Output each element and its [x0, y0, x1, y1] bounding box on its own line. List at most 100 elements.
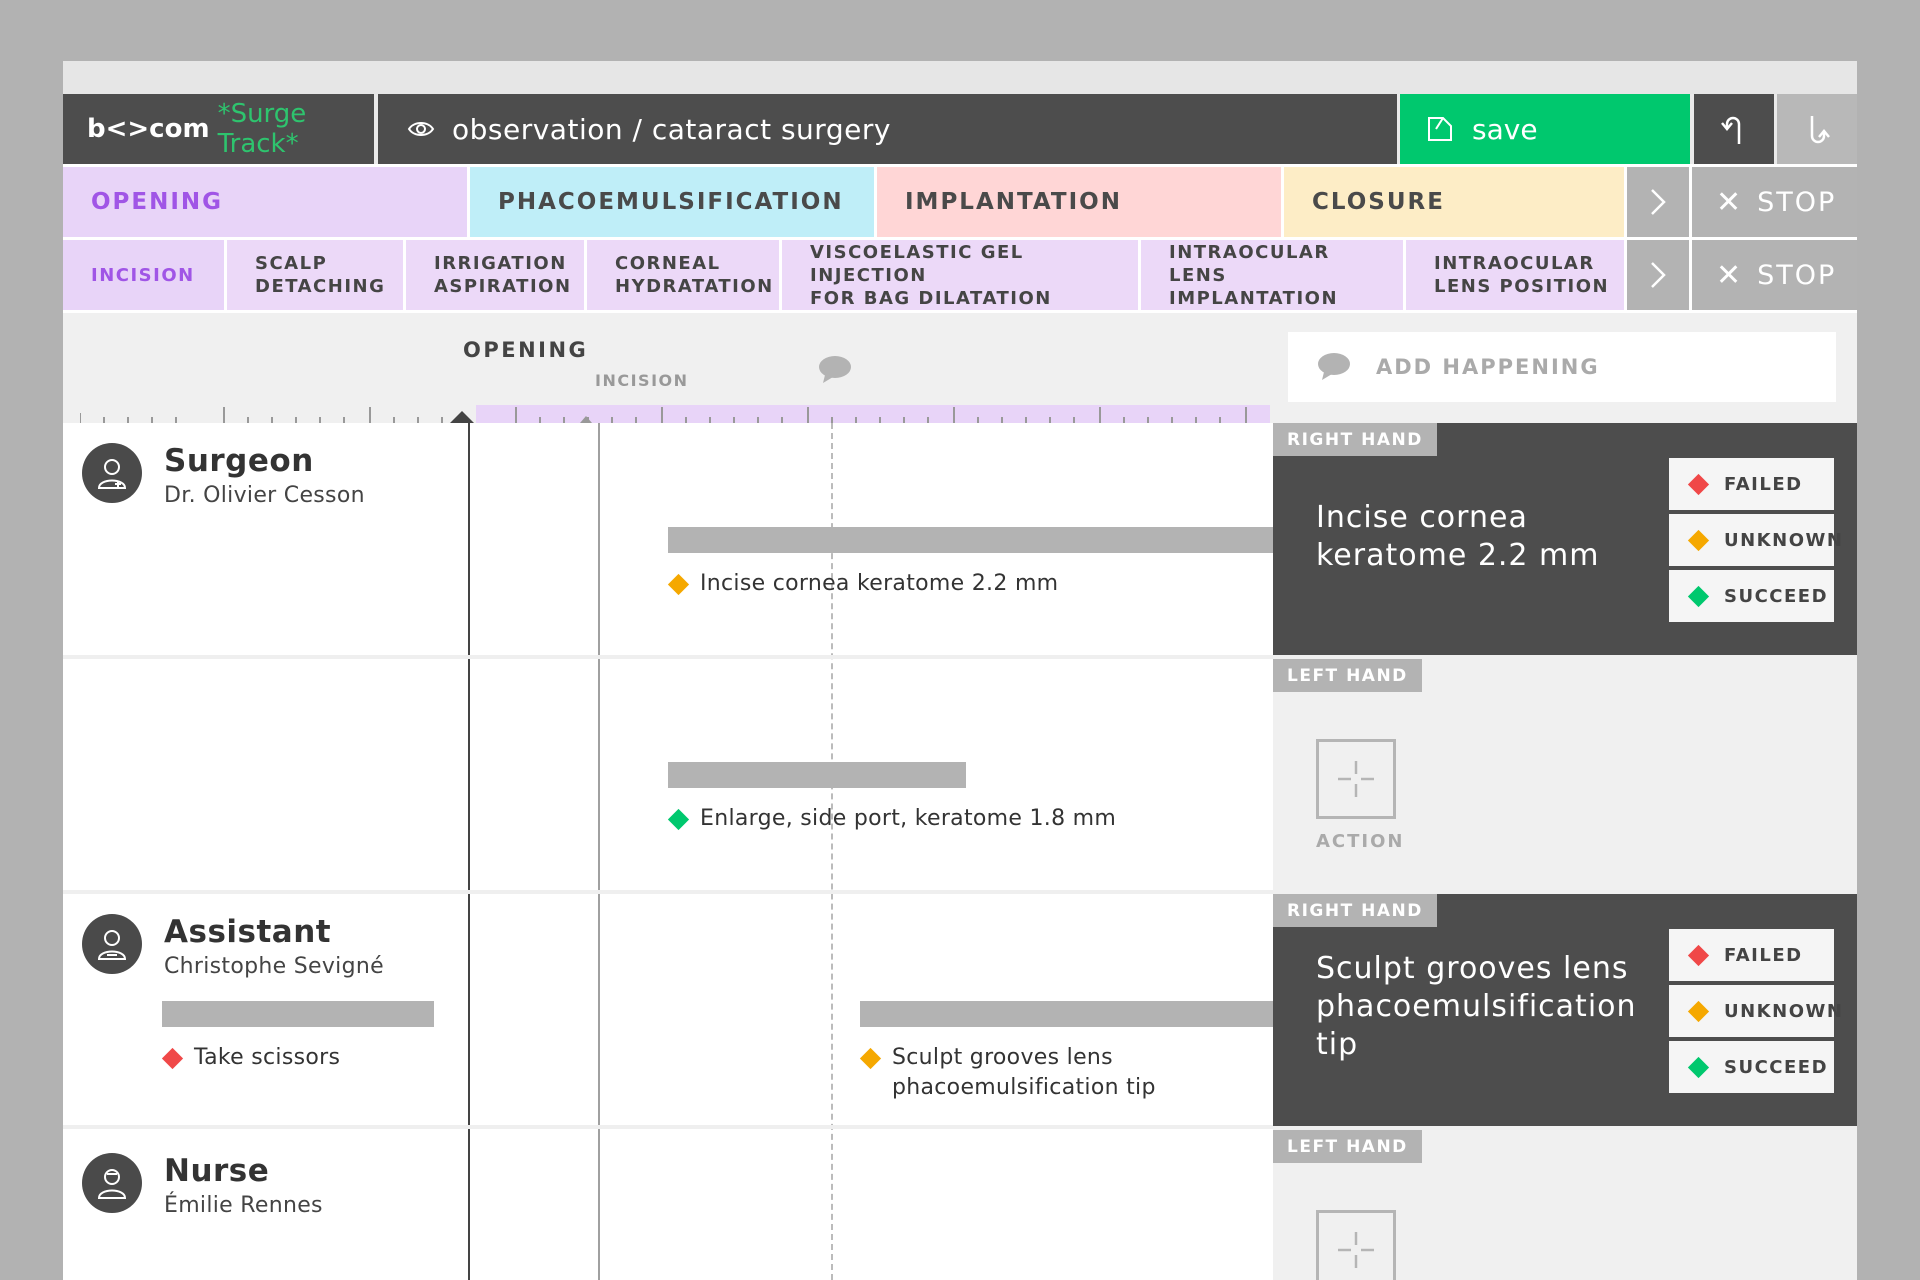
window-titlebar [63, 61, 1857, 94]
right-hand-card: RIGHT HAND Incise cornea keratome 2.2 mm… [1273, 423, 1857, 655]
action-description: Sculpt grooves lens phacoemulsification … [1316, 951, 1637, 1062]
status-failed-button[interactable]: FAILED [1669, 458, 1834, 510]
event-bar[interactable] [668, 527, 1273, 553]
status-failed-icon [1687, 473, 1710, 495]
status-label: SUCCEED [1724, 585, 1829, 607]
save-button[interactable]: save [1400, 94, 1690, 164]
role-nurse: Nurse Émilie Rennes [82, 1153, 323, 1218]
add-action-button[interactable] [1316, 739, 1396, 819]
redo-icon [1810, 116, 1830, 144]
lane-divider [63, 655, 1273, 659]
timeline-phase-label: OPENING [463, 338, 589, 362]
event-label: Take scissors [194, 1045, 341, 1070]
add-happening-button[interactable]: ADD HAPPENING [1288, 332, 1836, 402]
event-item[interactable]: Enlarge, side port, keratome 1.8 mm [667, 804, 1116, 834]
event-item[interactable]: Take scissors [161, 1043, 341, 1073]
phase-next-button[interactable] [1627, 167, 1689, 237]
role-name: Nurse [164, 1153, 270, 1189]
app-logo: b<>com *Surge Track* [63, 94, 374, 164]
role-name: Assistant [164, 914, 332, 950]
phase-label: CLOSURE [1312, 189, 1445, 215]
comment-icon [1318, 353, 1350, 380]
step-label: INTRAOCULAR LENS POSITION [1434, 253, 1610, 297]
lane-divider [63, 890, 1273, 894]
page-title: observation / cataract surgery [452, 112, 891, 146]
phase-label: IMPLANTATION [905, 189, 1122, 215]
step-tab-scalp-detaching[interactable]: SCALP DETACHING [227, 240, 403, 310]
step-tab-intraocular-lens-implantation[interactable]: INTRAOCULAR LENS IMPLANTATION [1141, 240, 1403, 310]
phase-tab-opening[interactable]: OPENING [63, 167, 467, 237]
role-person: Christophe Sevigné [164, 954, 384, 979]
status-succeed-icon [667, 808, 690, 831]
step-tab-irrigation-aspiration[interactable]: IRRIGATION ASPIRATION [406, 240, 584, 310]
phase-tabs: OPENING PHACOEMULSIFICATION IMPLANTATION… [63, 167, 1857, 237]
left-hand-tag: LEFT HAND [1273, 659, 1422, 692]
event-bar[interactable] [668, 762, 966, 788]
phase-tab-closure[interactable]: CLOSURE [1284, 167, 1624, 237]
role-person: Émilie Rennes [164, 1193, 323, 1218]
status-succeed-icon [1687, 1056, 1710, 1078]
add-action-button[interactable] [1316, 1210, 1396, 1280]
phase-stop-button[interactable]: ✕ STOP [1692, 167, 1857, 237]
status-failed-icon [161, 1047, 184, 1070]
step-tab-incision[interactable]: INCISION [63, 240, 224, 310]
undo-icon [1721, 116, 1741, 144]
step-label: VISCOELASTIC GEL INJECTION FOR BAG DILAT… [810, 241, 1052, 309]
step-tab-intraocular-lens-position[interactable]: INTRAOCULAR LENS POSITION [1406, 240, 1624, 310]
status-label: FAILED [1724, 473, 1803, 495]
add-icon [1338, 1232, 1374, 1268]
surgeon-avatar-icon [82, 443, 142, 503]
status-label: SUCCEED [1724, 1056, 1829, 1078]
comment-icon[interactable] [817, 355, 853, 385]
right-hand-tag: RIGHT HAND [1273, 894, 1437, 927]
status-failed-button[interactable]: FAILED [1669, 929, 1834, 981]
redo-button[interactable] [1777, 94, 1857, 164]
phase-tab-phacoemulsification[interactable]: PHACOEMULSIFICATION [470, 167, 874, 237]
step-tab-viscoelastic-gel-injection[interactable]: VISCOELASTIC GEL INJECTION FOR BAG DILAT… [782, 240, 1138, 310]
chevron-right-icon [1651, 262, 1666, 288]
timeline-header: OPENING INCISION ADD HAPPENING [63, 313, 1857, 423]
status-failed-icon [1687, 944, 1710, 966]
action-label: ACTION [1316, 831, 1405, 852]
phase-tab-implantation[interactable]: IMPLANTATION [877, 167, 1281, 237]
right-hand-card: RIGHT HAND Sculpt grooves lens phacoemul… [1273, 894, 1857, 1126]
add-icon [1338, 761, 1374, 797]
event-label: Incise cornea keratome 2.2 mm [700, 571, 1059, 596]
status-unknown-icon [1687, 1000, 1710, 1022]
stop-label: STOP [1757, 259, 1837, 291]
save-label: save [1472, 112, 1538, 146]
stop-label: STOP [1757, 186, 1837, 218]
eye-icon [407, 122, 435, 136]
close-icon: ✕ [1716, 184, 1744, 220]
event-bar[interactable] [162, 1001, 434, 1027]
event-bar[interactable] [860, 1001, 1273, 1027]
phase-start-line [468, 423, 470, 1280]
event-label: Sculpt grooves lens phacoemulsification … [892, 1045, 1156, 1100]
status-label: UNKNOWN [1724, 1000, 1844, 1022]
status-unknown-icon [1687, 529, 1710, 551]
status-succeed-button[interactable]: SUCCEED [1669, 570, 1834, 622]
page-title-bar: observation / cataract surgery [378, 94, 1397, 164]
save-icon [1428, 117, 1452, 141]
timeline-step-label: INCISION [595, 371, 689, 390]
event-item[interactable]: Incise cornea keratome 2.2 mm [667, 569, 1059, 599]
hand-detail-panel: RIGHT HAND Incise cornea keratome 2.2 mm… [1273, 423, 1857, 1280]
status-succeed-button[interactable]: SUCCEED [1669, 1041, 1834, 1093]
add-happening-label: ADD HAPPENING [1376, 355, 1600, 379]
status-label: FAILED [1724, 944, 1803, 966]
close-icon: ✕ [1716, 257, 1744, 293]
undo-button[interactable] [1694, 94, 1774, 164]
chevron-right-icon [1651, 189, 1666, 215]
status-unknown-button[interactable]: UNKNOWN [1669, 985, 1842, 1037]
event-item[interactable]: Sculpt grooves lens phacoemulsification … [859, 1043, 1156, 1103]
role-name: Surgeon [164, 443, 314, 479]
status-unknown-button[interactable]: UNKNOWN [1669, 514, 1842, 566]
timeline-ruler[interactable] [80, 403, 1270, 423]
role-surgeon: Surgeon Dr. Olivier Cesson [82, 443, 365, 508]
step-next-button[interactable] [1627, 240, 1689, 310]
step-tabs: INCISION SCALP DETACHING IRRIGATION ASPI… [63, 240, 1857, 310]
step-tab-corneal-hydratation[interactable]: CORNEAL HYDRATATION [587, 240, 779, 310]
assistant-avatar-icon [82, 914, 142, 974]
step-stop-button[interactable]: ✕ STOP [1692, 240, 1857, 310]
status-unknown-icon [859, 1047, 882, 1070]
